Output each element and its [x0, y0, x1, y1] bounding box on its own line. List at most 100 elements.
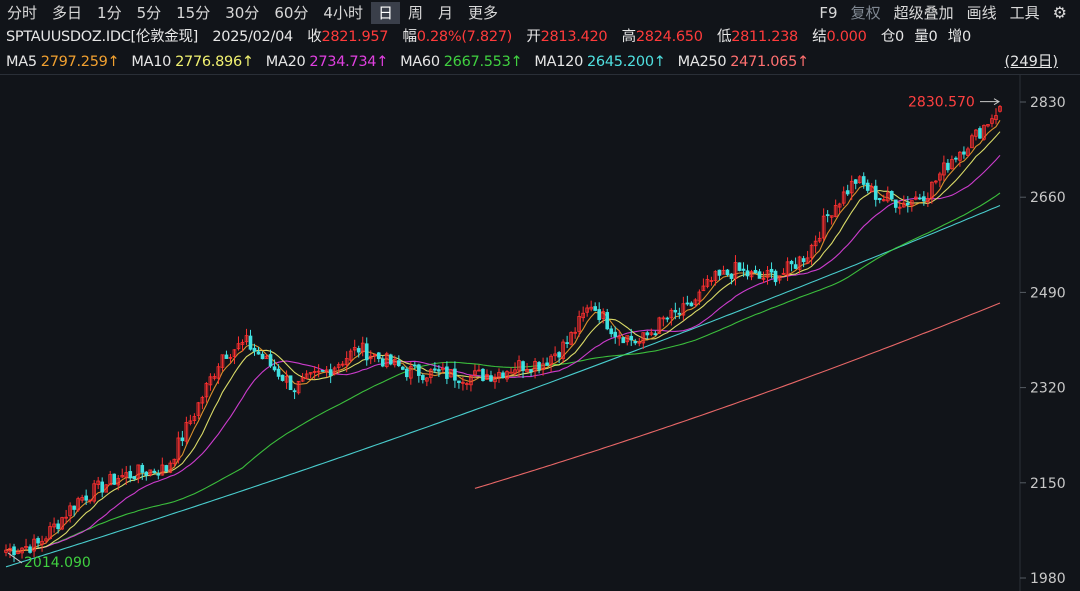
- candle-body: [853, 179, 858, 184]
- candle-body: [252, 347, 257, 352]
- close-label: 收: [307, 29, 322, 45]
- period-tab-6[interactable]: 60分: [267, 2, 315, 24]
- candle-body: [629, 335, 634, 341]
- y-tick-label-0: 2830: [1030, 95, 1066, 111]
- candle-body: [248, 335, 253, 350]
- candle-body: [741, 268, 746, 271]
- candle-body: [268, 354, 273, 367]
- y-tick-label-1: 2660: [1030, 190, 1066, 206]
- candle-body: [529, 369, 533, 373]
- vol-label: 量: [914, 29, 929, 45]
- candle-body: [745, 270, 750, 277]
- candle-body: [112, 473, 117, 485]
- candle-body: [180, 437, 185, 442]
- candle-body: [12, 546, 16, 556]
- candle-body: [100, 481, 104, 493]
- candle-body: [521, 361, 525, 371]
- period-tab-3[interactable]: 5分: [130, 2, 169, 24]
- candle-body: [280, 374, 285, 381]
- candle-body: [437, 369, 441, 372]
- period-tab-5[interactable]: 30分: [218, 2, 266, 24]
- candle-body: [421, 375, 425, 381]
- candle-body: [557, 352, 561, 358]
- y-tick-label-5: 1980: [1030, 571, 1066, 587]
- low-label: 低: [716, 29, 732, 45]
- low-annotation-label: 2014.090: [24, 555, 91, 571]
- candle-body: [224, 354, 229, 359]
- period-tab-0[interactable]: 分时: [0, 2, 44, 24]
- candle-body: [445, 366, 449, 379]
- period-tab-9[interactable]: 周: [401, 2, 430, 24]
- period-tab-1[interactable]: 多日: [45, 2, 89, 24]
- candle-body: [501, 372, 505, 379]
- candle-body: [417, 364, 421, 376]
- candle-body: [757, 271, 762, 279]
- candle-body: [978, 128, 982, 139]
- candle-body: [140, 464, 145, 473]
- ma-line-20: [5, 154, 1001, 552]
- period-tab-2[interactable]: 1分: [90, 2, 129, 24]
- candle-body: [152, 470, 157, 474]
- high-label: 高: [621, 29, 637, 45]
- period-tab-4[interactable]: 15分: [169, 2, 217, 24]
- candle-body: [597, 309, 601, 320]
- candle-body: [717, 269, 722, 276]
- period-tab-8[interactable]: 日: [370, 2, 400, 24]
- candle-body: [613, 331, 618, 337]
- candle-body: [260, 353, 265, 360]
- candle-body: [889, 191, 894, 200]
- candle-body: [801, 258, 806, 263]
- candle-body: [292, 390, 297, 393]
- candle-body: [873, 185, 878, 200]
- candle-body: [954, 157, 958, 160]
- open-label: 开: [526, 29, 541, 45]
- y-tick-label-2: 2490: [1030, 285, 1066, 301]
- period-toolbar: 分时 多日 1分 5分 15分 30分 60分 4小时日周月更多 F9 复权 超级叠加 画线 工具 ⚙: [0, 0, 1080, 26]
- oi-value: 0: [895, 29, 904, 45]
- toolbar-right-3[interactable]: 画线: [961, 2, 1003, 24]
- candle-body: [56, 523, 60, 530]
- candle-body: [453, 368, 457, 381]
- toolbar-right-2[interactable]: 超级叠加: [888, 2, 960, 24]
- candle-body: [633, 340, 638, 344]
- period-tab-7[interactable]: 4小时: [316, 2, 370, 24]
- candle-body: [320, 370, 325, 372]
- header-divider: [0, 74, 1080, 75]
- candle-body: [128, 471, 133, 479]
- candle-body: [72, 505, 76, 510]
- high-value: 2824.650: [635, 29, 703, 45]
- days-count-button[interactable]: (249日): [1005, 52, 1059, 72]
- candle-body: [737, 262, 742, 271]
- candle-body: [457, 380, 461, 384]
- ma-label-2: MA20: [265, 54, 306, 70]
- candle-body: [405, 368, 409, 378]
- candle-body: [545, 362, 549, 366]
- period-tab-11[interactable]: 更多: [461, 2, 505, 24]
- candlestick-chart[interactable]: 2830 2660 2490 2320 2150 1980 2830.570 2014.090: [0, 0, 1080, 591]
- candle-body: [605, 312, 610, 330]
- candle-body: [665, 317, 670, 320]
- candle-body: [132, 476, 137, 480]
- candle-body: [685, 302, 690, 305]
- candle-body: [36, 538, 40, 544]
- ma-legend: MA5 2797.259↑ MA10 2776.896↑ MA20 2734.734↑ MA…: [6, 52, 821, 72]
- candle-body: [861, 176, 866, 185]
- settle-value: 0.000: [826, 29, 867, 45]
- candle-body: [28, 546, 32, 553]
- toolbar-right-0[interactable]: F9: [813, 2, 843, 24]
- period-tab-10[interactable]: 月: [431, 2, 460, 24]
- high-annotation-label: 2830.570: [908, 95, 975, 111]
- change-label: 幅: [402, 29, 418, 45]
- toolbar-right-1[interactable]: 复权: [845, 2, 887, 24]
- ma-label-0: MA5: [6, 54, 37, 70]
- candle-body: [725, 269, 730, 276]
- ma-line-10: [5, 131, 1001, 552]
- candle-body: [773, 270, 778, 283]
- candle-body: [509, 371, 513, 374]
- ma-value-2: 2734.734↑: [309, 54, 389, 70]
- candle-body: [593, 306, 597, 311]
- oi-label: 仓: [880, 29, 896, 45]
- settings-gear-icon[interactable]: ⚙: [1047, 2, 1073, 24]
- toolbar-right-4[interactable]: 工具: [1004, 2, 1046, 24]
- low-value: 2811.238: [731, 29, 798, 45]
